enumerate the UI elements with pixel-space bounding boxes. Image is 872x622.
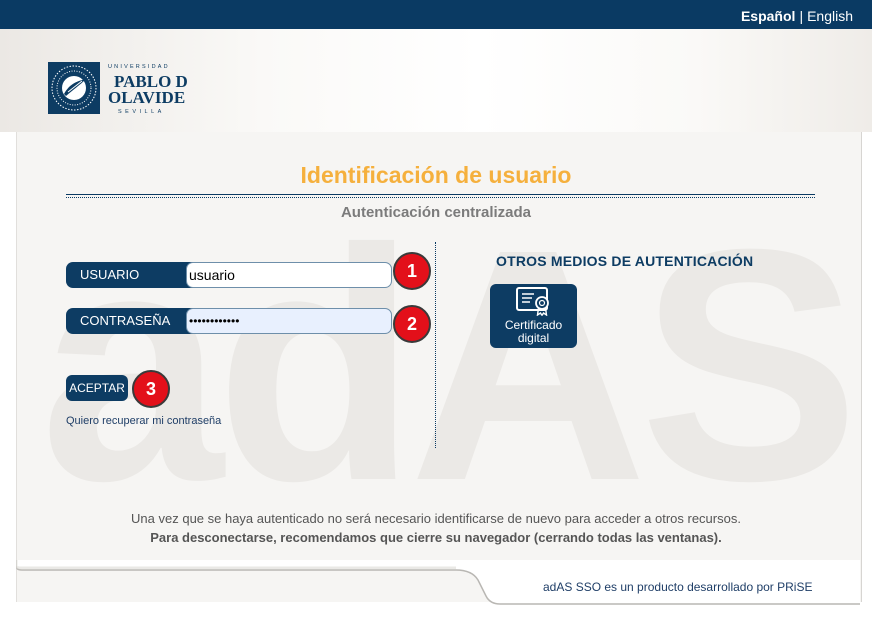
- logo-bottom-text: SEVILLA: [118, 109, 165, 115]
- language-english-link[interactable]: English: [807, 8, 853, 24]
- page-title: Identificación de usuario: [300, 162, 572, 188]
- logo-top-text: UNIVERSIDAD: [108, 64, 170, 70]
- university-logo[interactable]: UNIVERSIDAD PABLO DE OLAVIDE SEVILLA: [48, 59, 188, 115]
- page-subtitle: Autenticación centralizada: [340, 204, 532, 221]
- logout-advice-text: Para desconectarse, recomendamos que cie…: [150, 530, 722, 545]
- step-2-marker: 2: [393, 305, 431, 343]
- certificate-label: Certificado digital: [490, 319, 577, 345]
- step-1-marker: 1: [393, 252, 431, 290]
- recover-password-link[interactable]: Quiero recuperar mi contraseña: [66, 415, 221, 427]
- password-input[interactable]: [186, 308, 392, 334]
- step-3-marker: 3: [132, 370, 170, 408]
- footer-credit: adAS SSO es un producto desarrollado por…: [543, 580, 813, 594]
- language-separator: |: [799, 8, 804, 24]
- adas-watermark: adAS: [40, 180, 860, 549]
- certificate-label-line-2: digital: [517, 331, 550, 345]
- other-methods-title: OTROS MEDIOS DE AUTENTICACIÓN: [496, 253, 754, 269]
- university-seal-icon: [48, 62, 100, 114]
- username-input[interactable]: [186, 262, 392, 288]
- header: UNIVERSIDAD PABLO DE OLAVIDE SEVILLA: [0, 29, 872, 132]
- logo-name-line-2: OLAVIDE: [108, 88, 185, 107]
- language-switcher: Español | English: [741, 8, 853, 24]
- accept-button[interactable]: ACEPTAR: [66, 375, 128, 401]
- language-spanish-link[interactable]: Español: [741, 8, 795, 24]
- digital-certificate-button[interactable]: Certificado digital: [490, 284, 577, 348]
- vertical-divider: [435, 242, 436, 448]
- username-field: USUARIO: [66, 262, 392, 288]
- sso-info-text: Una vez que se haya autenticado no será …: [131, 511, 741, 526]
- password-field: CONTRASEÑA: [66, 308, 392, 334]
- top-bar: Español | English: [0, 0, 872, 29]
- certificate-icon: [516, 287, 549, 316]
- certificate-label-line-1: Certificado: [504, 318, 563, 332]
- title-divider: [66, 194, 815, 198]
